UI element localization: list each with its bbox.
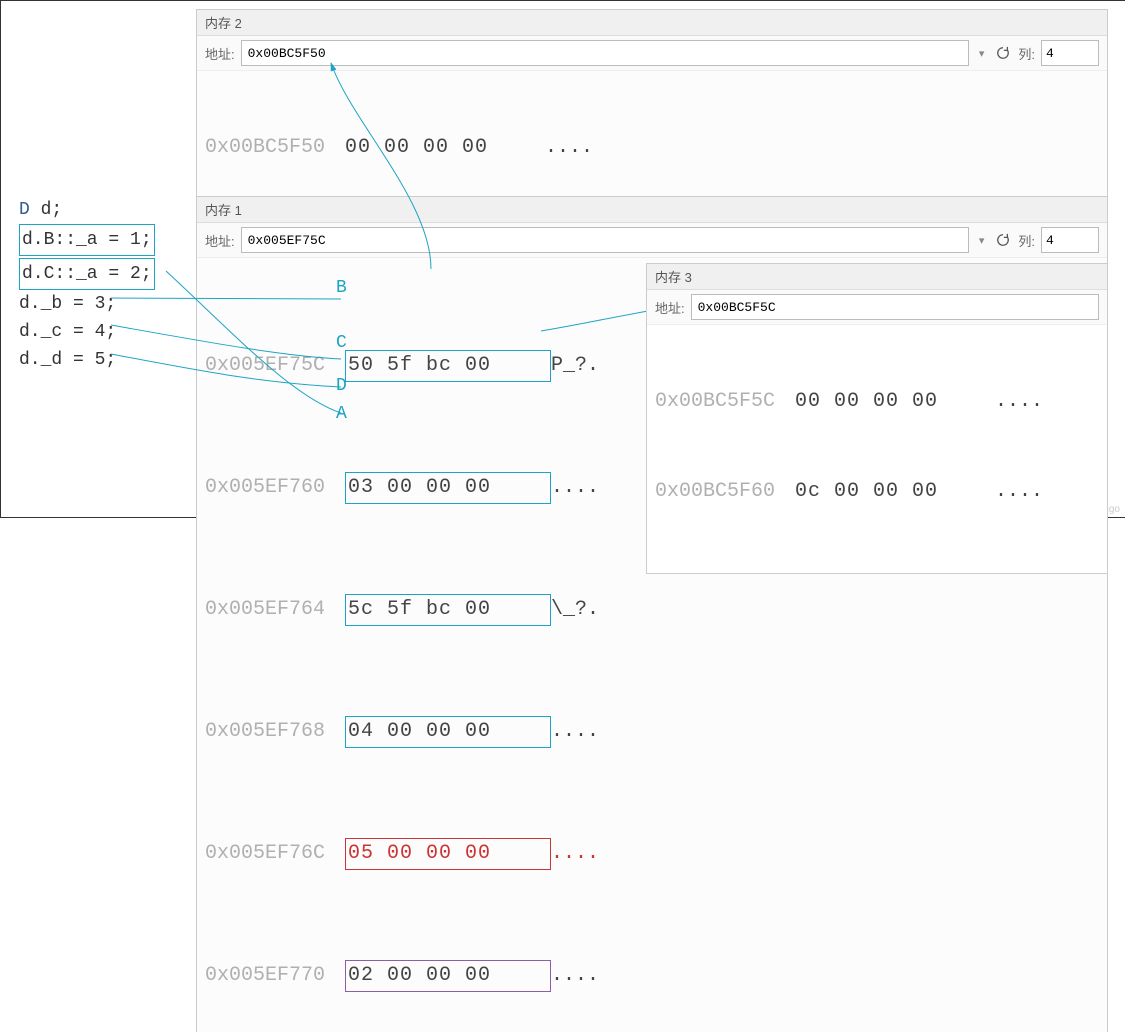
mem-ascii: .... [551,717,599,747]
code-line-6: d._d = 5; [19,346,155,374]
refresh-icon[interactable] [994,231,1012,249]
var-d: d; [41,200,63,220]
mem-addr: 0x005EF768 [205,717,345,747]
code-line-2: d.B::_a = 1; [19,224,155,256]
col-input-mem1[interactable] [1041,227,1099,253]
mem-ascii: .... [995,387,1043,417]
table-row: 0x005EF768 04 00 00 00 .... [205,716,1099,748]
mem-addr: 0x00BC5F5C [655,387,795,417]
address-input-mem2[interactable] [241,40,969,66]
mem-addr: 0x005EF770 [205,961,345,991]
col-label: 列: [1018,231,1035,250]
addr-label: 地址: [205,44,235,63]
table-row: 0x00BC5F50 00 00 00 00 .... [205,133,1099,163]
mem-bytes: 5c 5f bc 00 [345,594,551,626]
addr-label: 地址: [205,231,235,250]
memory-panel-3: 内存 3 地址: 0x00BC5F5C 00 00 00 00 .... 0x0… [646,263,1108,574]
dropdown-icon[interactable]: ▾ [975,234,989,247]
mem-bytes: 03 00 00 00 [345,472,551,504]
mem-addr: 0x005EF760 [205,473,345,503]
label-b: B [336,278,347,298]
type-d: D [19,200,30,220]
label-c: C [336,333,347,353]
mem-bytes: 05 00 00 00 [345,838,551,870]
mem-ascii: \_?. [551,595,599,625]
label-d: D [336,376,347,396]
mem-ascii: .... [551,839,599,869]
table-row: 0x005EF76C 05 00 00 00 .... [205,838,1099,870]
mem-ascii: .... [551,961,599,991]
table-row: 0x005EF764 5c 5f bc 00 \_?. [205,594,1099,626]
table-row: 0x005EF770 02 00 00 00 .... [205,960,1099,992]
mem-ascii: .... [545,133,593,163]
mem-bytes: 50 5f bc 00 [345,350,551,382]
address-input-mem3[interactable] [691,294,1099,320]
col-input-mem2[interactable] [1041,40,1099,66]
mem-addr: 0x005EF764 [205,595,345,625]
memory-panel-1-title: 内存 1 [197,197,1107,223]
memory-panel-1-addrbar: 地址: ▾ 列: [197,223,1107,258]
memory-body-3: 0x00BC5F5C 00 00 00 00 .... 0x00BC5F60 0… [647,325,1107,573]
mem-addr: 0x00BC5F60 [655,477,795,507]
refresh-icon[interactable] [994,44,1012,62]
mem-addr: 0x00BC5F50 [205,133,345,163]
dropdown-icon[interactable]: ▾ [975,47,989,60]
mem-bytes: 02 00 00 00 [345,960,551,992]
label-a: A [336,404,347,424]
addr-label: 地址: [655,298,685,317]
mem-addr: 0x005EF75C [205,351,345,381]
code-line-3: d.C::_a = 2; [19,258,155,290]
code-line-decl: D d; [19,196,155,224]
memory-panel-3-title: 内存 3 [647,264,1107,290]
mem-bytes: 00 00 00 00 [345,133,545,163]
col-label: 列: [1018,44,1035,63]
address-input-mem1[interactable] [241,227,969,253]
table-row: 0x00BC5F60 0c 00 00 00 .... [655,477,1099,507]
memory-panel-3-addrbar: 地址: [647,290,1107,325]
mem-ascii: .... [995,477,1043,507]
table-row: 0x00BC5F5C 00 00 00 00 .... [655,387,1099,417]
mem-bytes: 04 00 00 00 [345,716,551,748]
mem-addr: 0x005EF76C [205,839,345,869]
memory-panel-2-title: 内存 2 [197,10,1107,36]
mem-ascii: P_?. [551,351,599,381]
code-pane: D d; d.B::_a = 1; d.C::_a = 2; d._b = 3;… [19,196,155,374]
mem-bytes: 0c 00 00 00 [795,477,995,507]
mem-ascii: .... [551,473,599,503]
mem-bytes: 00 00 00 00 [795,387,995,417]
code-line-5: d._c = 4; [19,318,155,346]
code-line-4: d._b = 3; [19,290,155,318]
memory-panel-2-addrbar: 地址: ▾ 列: [197,36,1107,71]
